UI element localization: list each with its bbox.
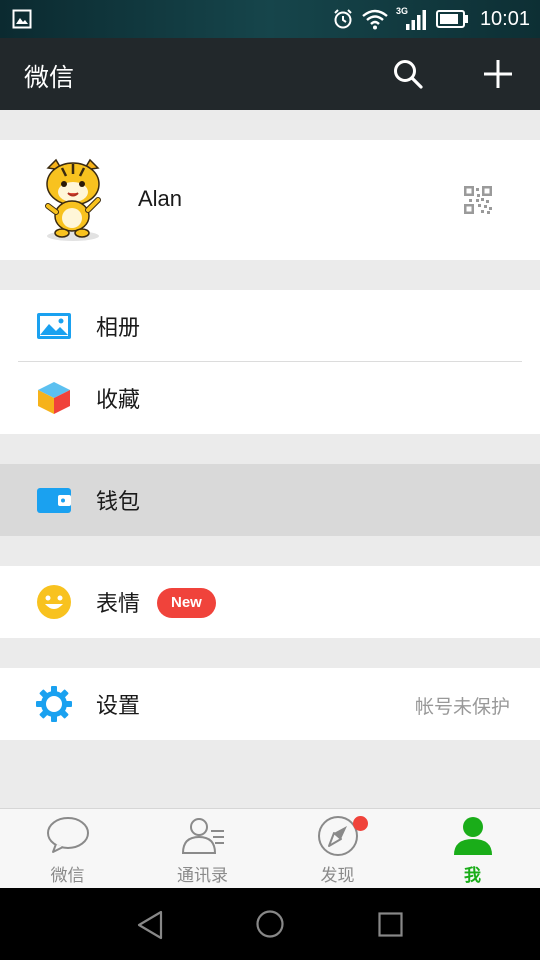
page-title: 微信 — [24, 63, 75, 92]
tab-contacts[interactable]: 通讯录 — [135, 809, 270, 889]
alarm-icon — [334, 9, 352, 29]
status-bar: 3G 10:01 — [0, 0, 540, 38]
new-badge: New — [157, 588, 216, 618]
back-icon[interactable] — [136, 910, 164, 940]
add-icon[interactable] — [482, 58, 514, 90]
status-time: 10:01 — [479, 7, 530, 30]
profile-name: Alan — [138, 186, 183, 211]
settings-gear-icon — [36, 686, 72, 722]
sticker-smile-icon — [37, 585, 71, 619]
menu-item-favorites[interactable]: 收藏 — [0, 362, 540, 434]
tab-label-me: 我 — [464, 866, 481, 886]
tab-label-chats: 微信 — [50, 866, 85, 886]
tab-chats[interactable]: 微信 — [0, 809, 135, 889]
wifi-icon — [362, 9, 388, 30]
avatar[interactable] — [40, 158, 106, 242]
menu-group-3: 表情 New — [0, 566, 540, 638]
menu-group-1: 相册 收藏 — [0, 290, 540, 434]
menu-label-stickers: 表情 — [96, 592, 141, 617]
tab-discover[interactable]: 发现 — [270, 809, 405, 889]
discover-notification-dot — [353, 816, 368, 831]
signal-icon: 3G — [396, 6, 428, 32]
search-icon[interactable] — [392, 58, 424, 90]
tab-label-contacts: 通讯录 — [177, 866, 228, 886]
chat-bubble-icon — [47, 817, 89, 853]
tab-label-discover: 发现 — [320, 866, 355, 886]
image-notification-icon — [12, 9, 32, 29]
wallet-icon — [37, 488, 71, 513]
battery-icon — [435, 10, 468, 28]
qr-code-icon[interactable] — [464, 186, 492, 214]
tab-me[interactable]: 我 — [405, 809, 540, 889]
menu-group-4: 设置 帐号未保护 — [0, 668, 540, 740]
recent-apps-icon[interactable] — [378, 912, 403, 937]
menu-item-stickers[interactable]: 表情 New — [0, 566, 540, 638]
favorites-icon — [38, 382, 70, 414]
menu-group-2: 钱包 — [0, 464, 540, 536]
menu-label-wallet: 钱包 — [96, 490, 141, 515]
menu-item-album[interactable]: 相册 — [0, 290, 540, 362]
app-header: 微信 — [0, 38, 540, 110]
menu-item-wallet[interactable]: 钱包 — [0, 464, 540, 536]
menu-label-settings: 设置 — [96, 694, 141, 719]
me-person-icon — [454, 817, 492, 855]
album-icon — [37, 313, 71, 339]
system-nav-bar — [0, 888, 540, 960]
account-unprotected-hint: 帐号未保护 — [414, 696, 510, 718]
bottom-tab-bar: 微信 通讯录 发现 我 — [0, 808, 540, 888]
home-icon[interactable] — [256, 910, 284, 938]
menu-item-settings[interactable]: 设置 帐号未保护 — [0, 668, 540, 740]
menu-label-favorites: 收藏 — [96, 388, 141, 413]
contacts-icon — [181, 818, 224, 854]
menu-label-album: 相册 — [96, 316, 141, 341]
